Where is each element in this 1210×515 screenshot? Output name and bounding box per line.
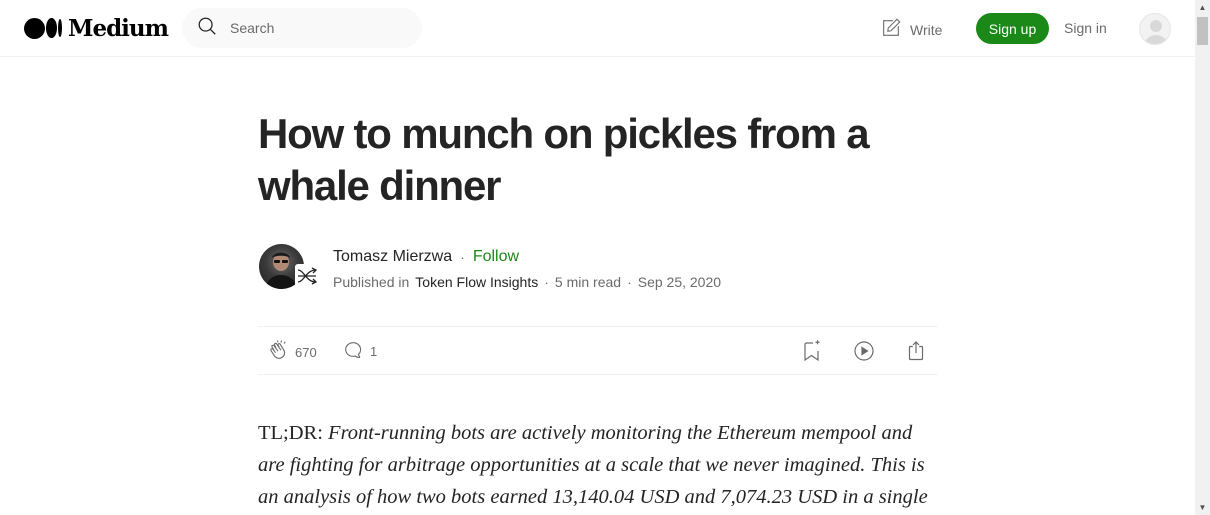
publication-badge[interactable] (295, 264, 319, 288)
logo-text: Medium (68, 14, 169, 42)
bookmark-icon (804, 340, 820, 362)
scrollbar-thumb[interactable] (1197, 17, 1208, 45)
read-time: 5 min read (554, 274, 622, 290)
publication-link[interactable]: Token Flow Insights (415, 274, 538, 290)
author-line: Tomasz Mierzwa · Follow (333, 248, 519, 266)
search-bar[interactable] (182, 8, 422, 48)
response-count: 1 (370, 344, 378, 359)
user-avatar[interactable] (1139, 13, 1171, 45)
write-label: Write (910, 21, 943, 38)
medium-logo-icon (24, 17, 62, 39)
token-flow-logo-icon (297, 267, 318, 285)
tldr-label: TL;DR: (258, 422, 323, 444)
publish-date: Sep 25, 2020 (637, 274, 722, 290)
default-avatar-icon (1144, 20, 1168, 44)
listen-icon (854, 341, 874, 361)
response-icon (342, 339, 364, 364)
clap-icon (267, 339, 291, 366)
scroll-down-arrow-icon[interactable]: ▼ (1195, 500, 1210, 515)
article-title: How to munch on pickles from a whale din… (258, 110, 870, 209)
scroll-up-arrow-icon[interactable]: ▲ (1195, 0, 1210, 15)
clap-button[interactable]: 670 (267, 339, 317, 366)
medium-logo[interactable]: Medium (24, 14, 169, 42)
sign-in-link[interactable]: Sign in (1064, 20, 1107, 36)
article-body-paragraph: TL;DR: Front-running bots are actively m… (258, 417, 938, 513)
responses-button[interactable]: 1 (342, 339, 377, 364)
separator-dot: · (544, 274, 549, 290)
tldr-text: Front-running bots are actively monitori… (258, 422, 928, 508)
author-name[interactable]: Tomasz Mierzwa (333, 248, 452, 266)
write-icon (880, 17, 902, 42)
top-navbar: Medium Write Sign up Sign in (0, 0, 1195, 57)
share-button[interactable] (904, 339, 928, 363)
bookmark-button[interactable] (800, 339, 824, 363)
separator-dot: · (627, 274, 632, 290)
follow-button[interactable]: Follow (473, 248, 519, 266)
published-in-label: Published in (333, 274, 410, 290)
page-scrollbar[interactable]: ▲ ▼ (1195, 0, 1210, 515)
article-action-bar: 670 1 (258, 326, 938, 375)
share-icon (908, 341, 924, 361)
sign-up-button[interactable]: Sign up (976, 13, 1049, 44)
separator-dot: · (460, 249, 465, 265)
listen-button[interactable] (852, 339, 876, 363)
article-meta: Published in Token Flow Insights · 5 min… (333, 274, 721, 290)
clap-count: 670 (295, 345, 317, 360)
search-icon (196, 15, 218, 42)
write-button[interactable]: Write (880, 17, 942, 42)
search-input[interactable] (230, 20, 410, 36)
